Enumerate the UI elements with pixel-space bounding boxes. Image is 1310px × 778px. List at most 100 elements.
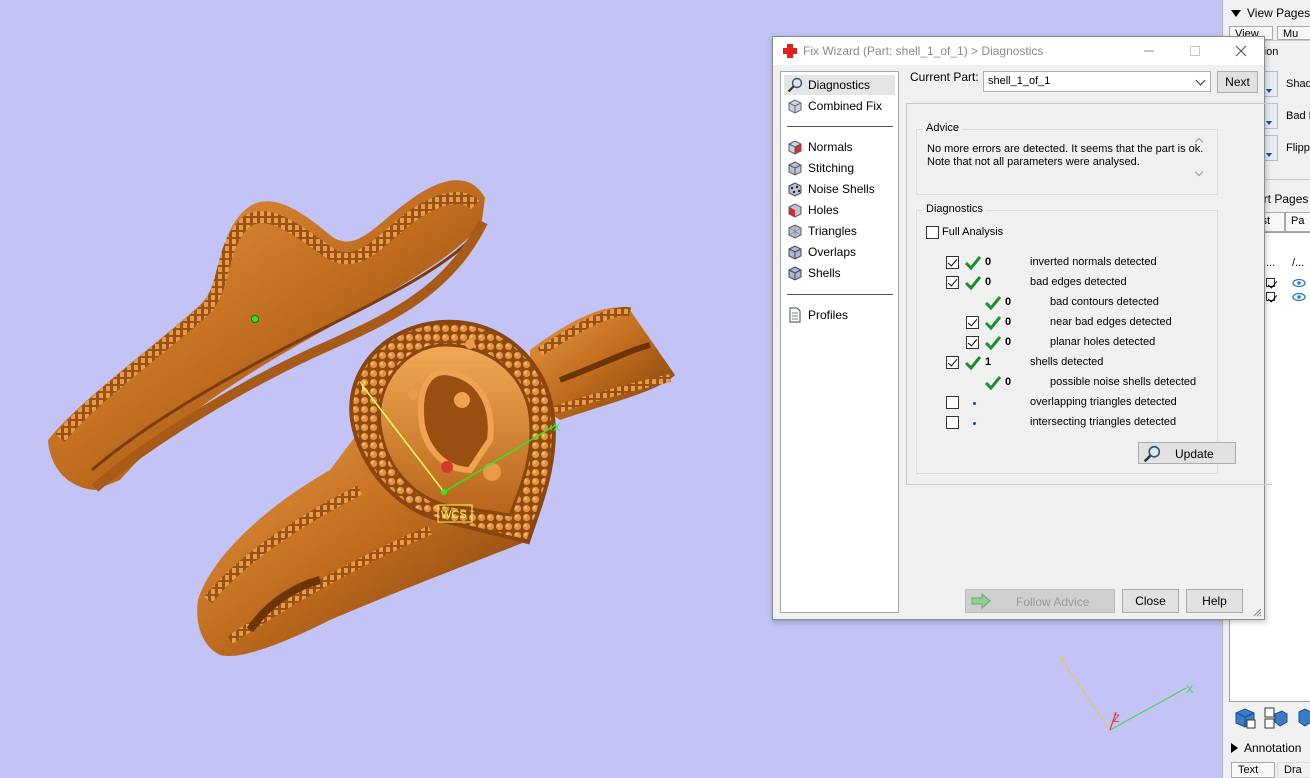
row-checkbox[interactable] (946, 256, 959, 269)
noise-shells-icon (788, 182, 802, 197)
row-checkbox[interactable] (946, 356, 959, 369)
fix-wizard-nav: Diagnostics Combined Fix Normals Stitchi… (780, 71, 899, 613)
collapse-arrow-icon (1231, 9, 1241, 17)
nav-item-normals[interactable]: Normals (784, 137, 895, 157)
tab-draw[interactable]: Dra (1277, 762, 1310, 778)
current-part-label: Current Part: (910, 70, 979, 84)
dialog-title-bar[interactable]: Fix Wizard (Part: shell_1_of_1) > Diagno… (773, 37, 1264, 65)
eye-icon[interactable] (1292, 277, 1306, 289)
full-analysis-label: Full Analysis (942, 226, 1004, 238)
advice-group: Advice No more errors are detected. It s… (916, 122, 1218, 195)
nav-item-combined-fix[interactable]: Combined Fix (784, 96, 895, 116)
nav-item-holes[interactable]: Holes (784, 200, 895, 220)
green-check-icon (964, 276, 982, 291)
nav-separator (787, 294, 893, 295)
scroll-up-icon[interactable] (1194, 137, 1204, 147)
diagnostic-row: 0 near bad edges detected (917, 315, 1217, 331)
green-check-icon (964, 256, 982, 271)
eye-icon[interactable] (1292, 291, 1306, 303)
magnifier-icon (787, 77, 803, 93)
maximize-icon (1190, 46, 1200, 56)
green-check-icon (964, 356, 982, 371)
view-pages-header[interactable]: View Pages (1231, 2, 1310, 24)
help-button[interactable]: Help (1186, 589, 1243, 613)
nav-item-profiles[interactable]: Profiles (784, 305, 895, 325)
stitching-cube-icon (788, 161, 802, 176)
diagnostic-row: 1 shells detected (917, 355, 1217, 371)
profiles-document-icon (789, 307, 801, 323)
close-icon (1235, 45, 1247, 57)
overlaps-cube-icon (788, 245, 802, 260)
row-checkbox[interactable] (966, 316, 979, 329)
full-analysis-checkbox[interactable] (926, 226, 939, 239)
triad-x-label: X (1186, 684, 1194, 696)
next-button[interactable]: Next (1217, 71, 1258, 93)
green-check-icon (984, 376, 1002, 391)
fix-wizard-dialog: Fix Wizard (Part: shell_1_of_1) > Diagno… (772, 36, 1272, 620)
combined-cube-icon (788, 99, 802, 114)
nav-item-shells[interactable]: Shells (784, 263, 895, 283)
green-check-icon (984, 296, 1002, 311)
shells-cube-icon (788, 266, 802, 281)
cube-select-icon[interactable] (1233, 706, 1259, 730)
scroll-down-icon[interactable] (1194, 167, 1204, 177)
tab-mu[interactable]: Mu (1277, 26, 1310, 40)
arrow-right-icon (971, 593, 991, 609)
nav-item-diagnostics[interactable]: Diagnostics (784, 75, 895, 95)
advice-scrollbar[interactable] (1193, 135, 1207, 180)
dialog-title: Fix Wizard (Part: shell_1_of_1) > Diagno… (803, 44, 1044, 58)
green-check-icon (984, 316, 1002, 331)
wcs-y-label: Y (359, 380, 367, 392)
follow-advice-button[interactable]: Follow Advice (965, 589, 1115, 613)
expand-arrow-icon (1231, 743, 1238, 753)
diagnostics-panel: Advice No more errors are detected. It s… (906, 103, 1272, 485)
orientation-triad: Y X Z (1058, 655, 1194, 731)
triangles-cube-icon (788, 224, 802, 239)
holes-cube-icon (788, 203, 802, 218)
maximize-button[interactable] (1185, 41, 1205, 61)
update-button[interactable]: Update (1138, 442, 1236, 464)
diagnostic-row: 0 possible noise shells detected (917, 375, 1217, 391)
row-checkbox[interactable] (966, 336, 979, 349)
annotation-header[interactable]: Annotation (1231, 737, 1301, 759)
minimize-button[interactable] (1139, 41, 1159, 61)
row-checkbox[interactable] (946, 416, 959, 429)
nav-item-noise-shells[interactable]: Noise Shells (784, 179, 895, 199)
red-cross-icon (783, 44, 797, 58)
advice-title: Advice (923, 122, 963, 134)
row-checkbox[interactable] (946, 396, 959, 409)
diagnostic-row: intersecting triangles detected (917, 415, 1217, 431)
nav-item-stitching[interactable]: Stitching (784, 158, 895, 178)
tab-pa[interactable]: Pa (1285, 212, 1310, 232)
green-check-icon (984, 336, 1002, 351)
diagnostic-row: 0 bad contours detected (917, 295, 1217, 311)
diagnostic-row: 0 inverted normals detected (917, 255, 1217, 271)
close-button[interactable]: Close (1122, 589, 1179, 613)
diagnostic-row: 0 planar holes detected (917, 335, 1217, 351)
resize-grip-icon[interactable] (1252, 607, 1262, 617)
pending-dot-icon (973, 422, 976, 425)
advice-text: No more errors are detected. It seems th… (927, 143, 1204, 168)
diagnostics-title: Diagnostics (923, 203, 986, 215)
nav-item-overlaps[interactable]: Overlaps (784, 242, 895, 262)
minimize-icon (1144, 50, 1154, 52)
triad-y-label: Y (1058, 655, 1066, 667)
nav-separator (787, 126, 893, 127)
diagnostic-row: 0 bad edges detected (917, 275, 1217, 291)
wcs-label: WCS (441, 509, 467, 521)
cube-icon[interactable] (1295, 706, 1310, 730)
tab-text[interactable]: Text (1231, 762, 1275, 778)
chevron-down-icon (1195, 75, 1206, 86)
current-part-select[interactable]: shell_1_of_1 (983, 71, 1211, 92)
row-checkbox[interactable] (946, 276, 959, 289)
nav-item-triangles[interactable]: Triangles (784, 221, 895, 241)
wcs-x-label: X (553, 422, 561, 434)
close-window-button[interactable] (1231, 41, 1251, 61)
cube-invert-icon[interactable] (1263, 706, 1289, 730)
diagnostics-group: Diagnostics Full Analysis 0 inverted nor… (916, 203, 1236, 474)
diagnostic-row: overlapping triangles detected (917, 395, 1217, 411)
triad-z-label: Z (1113, 713, 1120, 725)
normals-cube-icon (788, 140, 802, 155)
magnifier-icon (1143, 445, 1161, 463)
pending-dot-icon (973, 402, 976, 405)
